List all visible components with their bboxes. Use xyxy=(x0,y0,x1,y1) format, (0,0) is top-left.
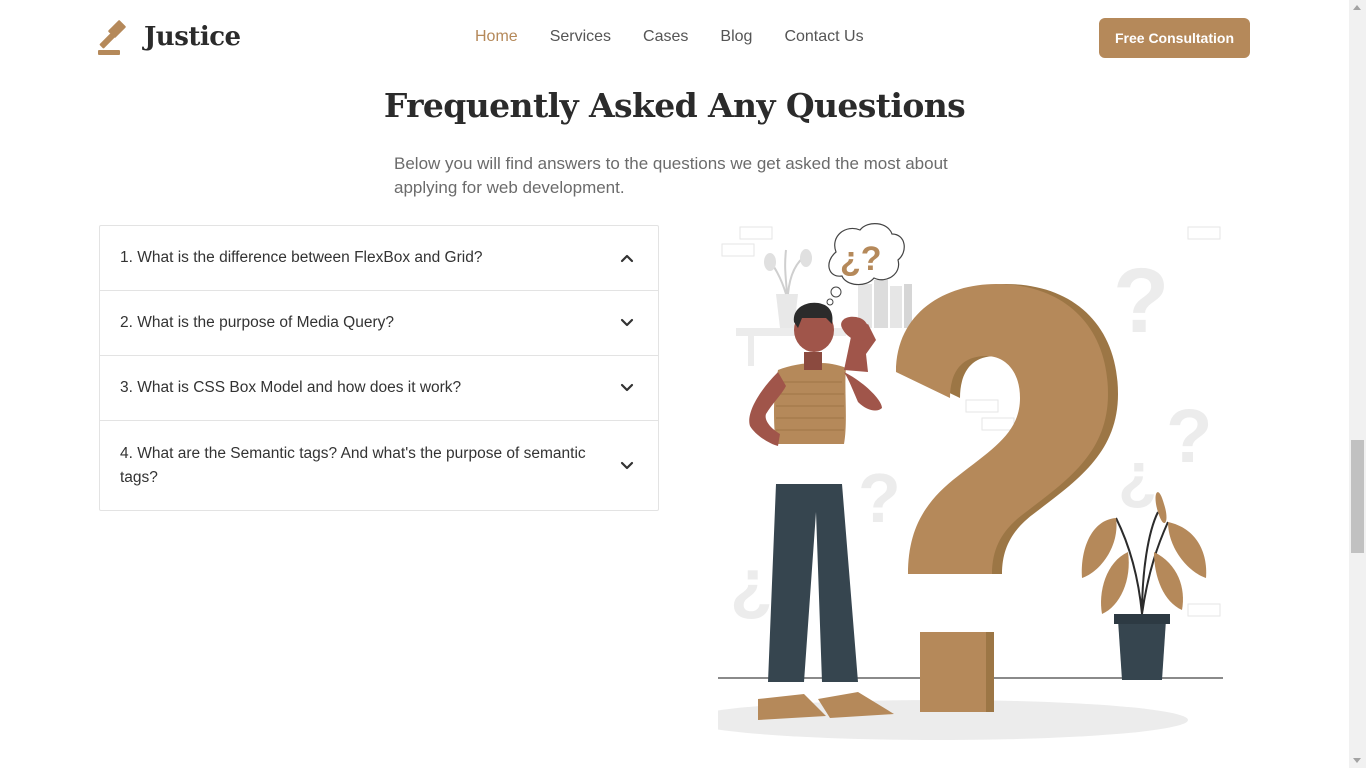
faq-question: 3. What is CSS Box Model and how does it… xyxy=(120,379,462,396)
scroll-thumb[interactable] xyxy=(1351,440,1364,553)
chevron-down-icon xyxy=(620,461,634,469)
faq-item-1[interactable]: 1. What is the difference between FlexBo… xyxy=(100,226,658,291)
question-mark-person-illustration: ? ? ? ¿ ¿ ¿? xyxy=(718,223,1223,740)
nav-blog[interactable]: Blog xyxy=(720,28,752,46)
brand-name: Justice xyxy=(144,22,241,52)
svg-text:¿: ¿ xyxy=(730,544,773,622)
faq-question: 4. What are the Semantic tags? And what'… xyxy=(120,444,586,486)
site-header: Justice Home Services Cases Blog Contact… xyxy=(0,0,1349,78)
main-nav: Home Services Cases Blog Contact Us xyxy=(475,28,864,46)
nav-cases[interactable]: Cases xyxy=(643,28,688,46)
free-consultation-button[interactable]: Free Consultation xyxy=(1099,18,1250,58)
scroll-up-icon[interactable] xyxy=(1353,5,1361,10)
faq-item-3[interactable]: 3. What is CSS Box Model and how does it… xyxy=(100,356,658,421)
faq-item-2[interactable]: 2. What is the purpose of Media Query? xyxy=(100,291,658,356)
faq-question: 2. What is the purpose of Media Query? xyxy=(120,314,394,331)
nav-home[interactable]: Home xyxy=(475,28,518,46)
page-scrollbar[interactable] xyxy=(1349,0,1366,768)
scroll-down-icon[interactable] xyxy=(1353,758,1361,763)
faq-accordion: 1. What is the difference between FlexBo… xyxy=(99,225,659,511)
chevron-down-icon xyxy=(620,318,634,327)
svg-text:¿: ¿ xyxy=(1118,439,1157,511)
brand-logo[interactable]: Justice xyxy=(98,18,241,56)
nav-services[interactable]: Services xyxy=(550,28,611,46)
svg-text:?: ? xyxy=(858,459,901,537)
gavel-icon xyxy=(98,20,126,55)
svg-text:?: ? xyxy=(1166,394,1212,479)
faq-subtitle: Below you will find answers to the quest… xyxy=(394,154,948,197)
chevron-up-icon xyxy=(620,254,634,263)
faq-item-4[interactable]: 4. What are the Semantic tags? And what'… xyxy=(100,421,658,510)
svg-text:¿?: ¿? xyxy=(840,240,882,278)
svg-text:?: ? xyxy=(1113,250,1169,352)
nav-contact-us[interactable]: Contact Us xyxy=(784,28,863,46)
chevron-down-icon xyxy=(620,383,634,392)
faq-title: Frequently Asked Any Questions xyxy=(383,86,966,125)
faq-question: 1. What is the difference between FlexBo… xyxy=(120,249,483,266)
